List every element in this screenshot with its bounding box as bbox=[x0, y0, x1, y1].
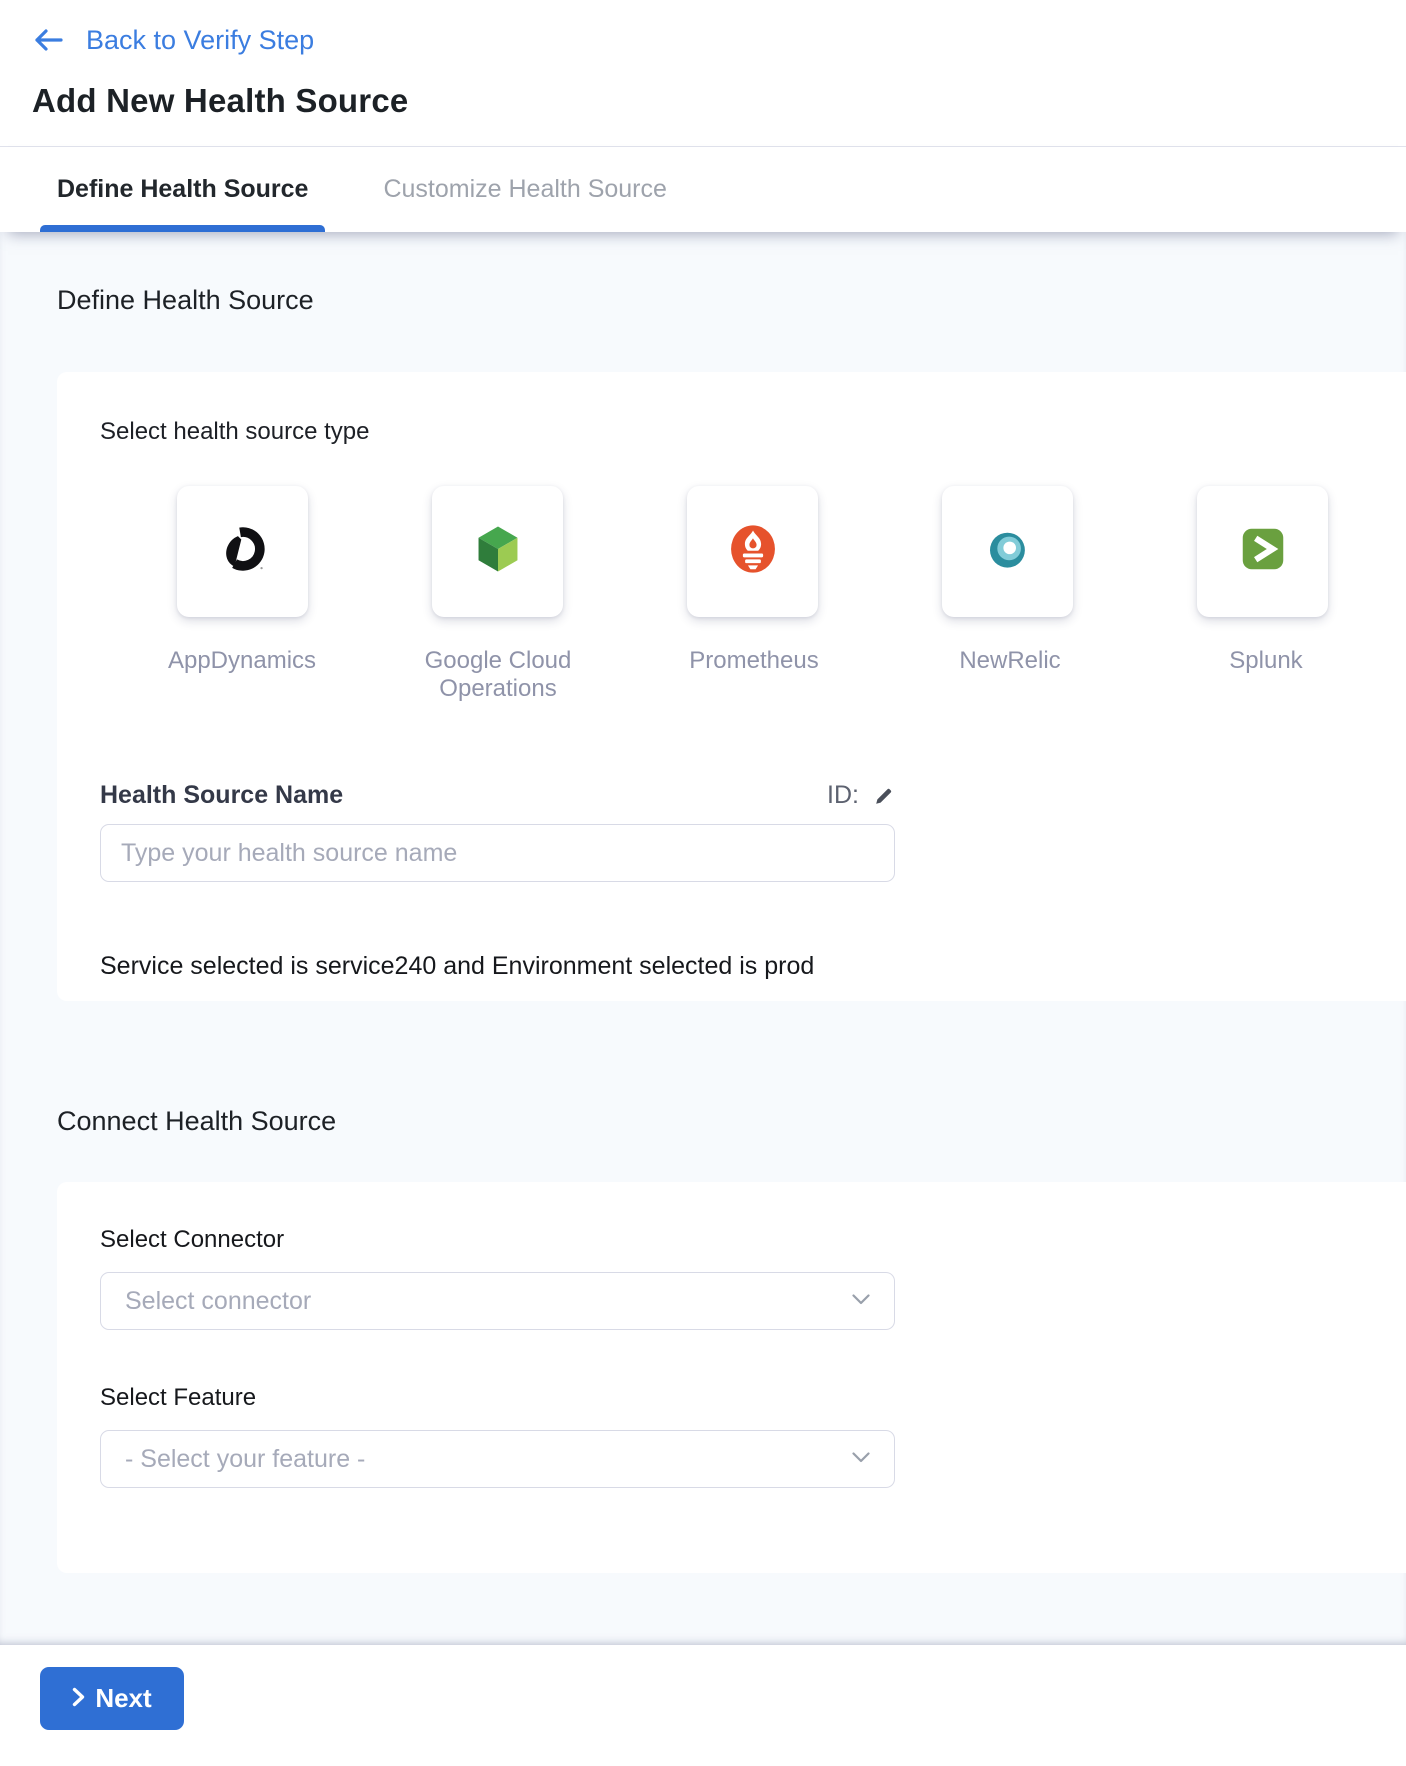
tile-newrelic[interactable] bbox=[942, 486, 1073, 617]
tile-label-splunk: Splunk bbox=[1138, 647, 1394, 703]
tab-define-health-source[interactable]: Define Health Source bbox=[57, 147, 308, 232]
tile-appdynamics[interactable] bbox=[177, 486, 308, 617]
main-content: Define Health Source Select health sourc… bbox=[0, 232, 1406, 1645]
tab-bar: Define Health Source Customize Health So… bbox=[0, 147, 1406, 232]
health-source-name-input[interactable] bbox=[100, 824, 895, 882]
newrelic-icon bbox=[981, 522, 1035, 581]
next-button-label: Next bbox=[95, 1683, 151, 1714]
tab-customize-health-source[interactable]: Customize Health Source bbox=[383, 147, 666, 232]
chevron-down-icon bbox=[852, 1292, 870, 1310]
select-connector-label: Select Connector bbox=[100, 1226, 1406, 1254]
feature-select-placeholder: - Select your feature - bbox=[125, 1445, 365, 1474]
health-source-name-label: Health Source Name bbox=[100, 781, 343, 810]
tile-google-cloud-operations[interactable] bbox=[432, 486, 563, 617]
connector-select-placeholder: Select connector bbox=[125, 1287, 311, 1316]
tile-label-google-cloud-operations: Google Cloud Operations bbox=[370, 647, 626, 703]
footer-bar: Next bbox=[0, 1667, 1406, 1766]
chevron-down-icon bbox=[852, 1450, 870, 1468]
splunk-icon bbox=[1236, 522, 1290, 581]
define-section-heading: Define Health Source bbox=[0, 232, 1406, 316]
tile-label-appdynamics: AppDynamics bbox=[114, 647, 370, 703]
service-environment-note: Service selected is service240 and Envir… bbox=[100, 952, 1406, 981]
google-cloud-operations-icon bbox=[471, 522, 525, 581]
back-arrow-icon[interactable] bbox=[32, 27, 64, 53]
next-chevron-icon bbox=[72, 1683, 85, 1714]
back-link-label[interactable]: Back to Verify Step bbox=[86, 25, 314, 56]
next-button[interactable]: Next bbox=[40, 1667, 184, 1730]
page-title: Add New Health Source bbox=[32, 82, 1406, 120]
connect-section-heading: Connect Health Source bbox=[0, 1001, 1406, 1137]
tile-prometheus[interactable] bbox=[687, 486, 818, 617]
feature-select[interactable]: - Select your feature - bbox=[100, 1430, 895, 1488]
prometheus-icon bbox=[726, 522, 780, 581]
tile-label-prometheus: Prometheus bbox=[626, 647, 882, 703]
define-health-source-card: Select health source type bbox=[57, 372, 1406, 1001]
page-header: Back to Verify Step Add New Health Sourc… bbox=[0, 0, 1406, 147]
edit-pencil-icon[interactable] bbox=[873, 785, 895, 807]
health-source-name-row: Health Source Name ID: bbox=[100, 781, 895, 810]
id-label: ID: bbox=[827, 781, 859, 810]
connect-health-source-card: Select Connector Select connector Select… bbox=[57, 1182, 1406, 1573]
select-type-label: Select health source type bbox=[100, 418, 1406, 446]
appdynamics-icon bbox=[216, 522, 270, 581]
health-source-type-tiles bbox=[177, 486, 1406, 617]
id-group: ID: bbox=[827, 781, 895, 810]
health-source-type-labels: AppDynamics Google Cloud Operations Prom… bbox=[114, 647, 1406, 703]
back-link[interactable]: Back to Verify Step bbox=[32, 20, 1406, 60]
tile-splunk[interactable] bbox=[1197, 486, 1328, 617]
select-feature-label: Select Feature bbox=[100, 1384, 1406, 1412]
connector-select[interactable]: Select connector bbox=[100, 1272, 895, 1330]
tile-label-newrelic: NewRelic bbox=[882, 647, 1138, 703]
